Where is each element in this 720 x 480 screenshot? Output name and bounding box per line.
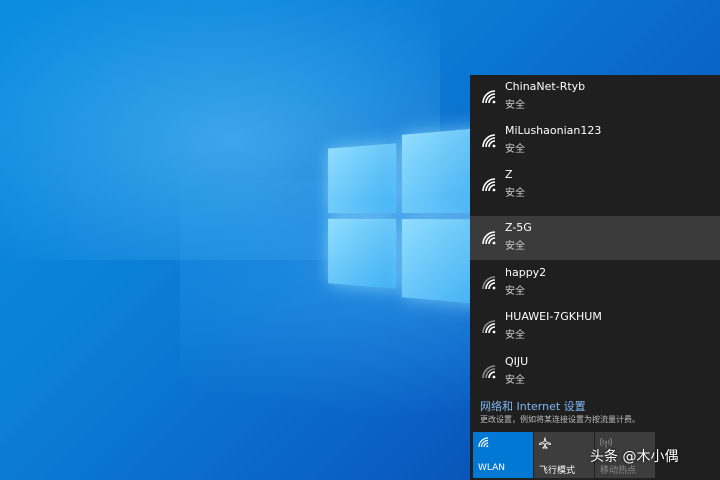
logo-pane bbox=[328, 143, 396, 213]
network-status: 安全 bbox=[505, 96, 525, 111]
windows-logo bbox=[322, 116, 495, 314]
wifi-icon bbox=[480, 88, 498, 106]
network-status: 安全 bbox=[505, 140, 525, 155]
network-item[interactable]: Z 安全 bbox=[470, 163, 720, 207]
network-name: QIJU bbox=[505, 355, 528, 368]
network-status: 安全 bbox=[505, 371, 525, 386]
wifi-icon bbox=[478, 437, 490, 449]
network-status: 安全 bbox=[505, 282, 525, 297]
wifi-icon bbox=[480, 363, 498, 381]
network-name: MiLushaonian123 bbox=[505, 124, 601, 137]
network-name: happy2 bbox=[505, 266, 546, 279]
network-item[interactable]: QIJU 安全 bbox=[470, 350, 720, 394]
network-name: HUAWEI-7GKHUM bbox=[505, 310, 602, 323]
network-name: ChinaNet-Rtyb bbox=[505, 80, 585, 93]
network-status: 安全 bbox=[505, 326, 525, 341]
network-name: Z-5G bbox=[505, 221, 532, 234]
network-name: Z bbox=[505, 168, 513, 181]
network-item-selected[interactable]: Z-5G 安全 bbox=[470, 216, 720, 260]
wifi-icon bbox=[480, 229, 498, 247]
network-item[interactable]: ChinaNet-Rtyb 安全 bbox=[470, 75, 720, 119]
watermark: 头条 @木小偶 bbox=[590, 446, 678, 466]
network-status: 安全 bbox=[505, 184, 525, 199]
network-settings-link[interactable]: 网络和 Internet 设置 bbox=[480, 398, 586, 414]
logo-pane bbox=[328, 219, 396, 289]
wifi-icon bbox=[480, 132, 498, 150]
network-item[interactable]: happy2 安全 bbox=[470, 261, 720, 305]
airplane-mode-button[interactable]: 飞行模式 bbox=[534, 432, 594, 478]
wifi-icon bbox=[480, 274, 498, 292]
airplane-icon bbox=[539, 437, 551, 449]
wlan-toggle-button[interactable]: WLAN bbox=[473, 432, 533, 478]
network-flyout: ChinaNet-Rtyb 安全 MiLushaonian123 安全 Z 安全 bbox=[470, 75, 720, 480]
network-settings-description: 更改设置，例如将某连接设置为按流量计费。 bbox=[480, 414, 640, 425]
network-item[interactable]: HUAWEI-7GKHUM 安全 bbox=[470, 305, 720, 349]
network-item[interactable]: MiLushaonian123 安全 bbox=[470, 119, 720, 163]
wifi-icon bbox=[480, 176, 498, 194]
network-status: 安全 bbox=[505, 237, 525, 252]
airplane-mode-label: 飞行模式 bbox=[539, 463, 575, 476]
wlan-label: WLAN bbox=[478, 463, 505, 473]
wifi-icon bbox=[480, 318, 498, 336]
